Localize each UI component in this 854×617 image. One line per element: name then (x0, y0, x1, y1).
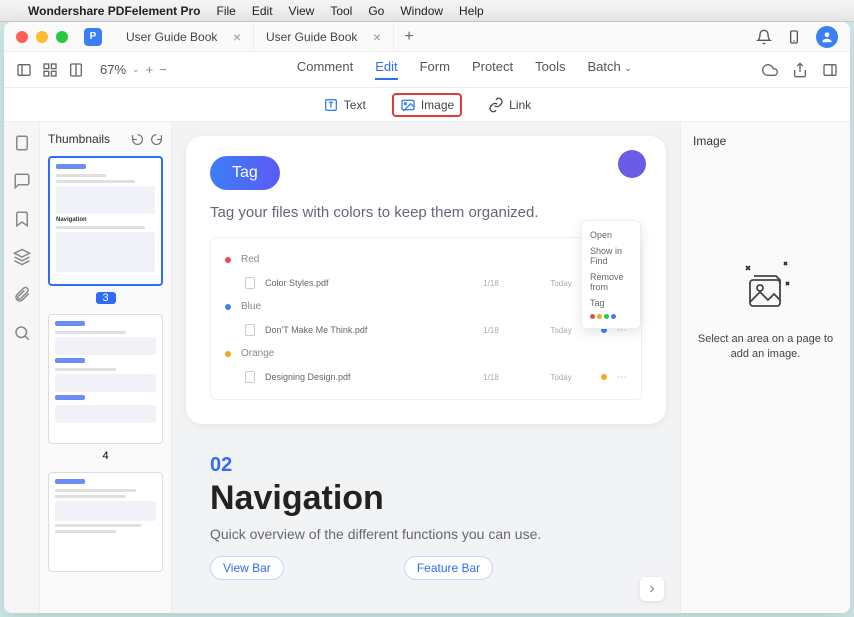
app-name[interactable]: Wondershare PDFelement Pro (28, 4, 201, 18)
file-row: Color Styles.pdf 1/18 Today ⋯ (221, 271, 631, 295)
file-group-blue: Blue (221, 295, 631, 318)
notification-bell-icon[interactable] (756, 29, 772, 45)
text-tool-icon (323, 97, 339, 113)
menu-edit[interactable]: Edit (252, 4, 273, 18)
search-panel-icon[interactable] (13, 324, 31, 342)
tab-title: User Guide Book (266, 30, 357, 44)
document-tabs: User Guide Book × User Guide Book × + (114, 22, 756, 52)
mobile-device-icon[interactable] (786, 29, 802, 45)
add-tab-button[interactable]: + (394, 22, 424, 52)
edit-image-tool[interactable]: Image (392, 93, 462, 117)
mode-tools[interactable]: Tools (535, 59, 565, 80)
layers-panel-icon[interactable] (13, 248, 31, 266)
maximize-window-button[interactable] (56, 31, 68, 43)
image-properties-panel: Image Select an area on a page to add an… (680, 122, 850, 613)
panel-title: Image (693, 134, 838, 148)
thumbnails-panel-icon[interactable] (13, 134, 31, 152)
app-logo-icon: P (84, 28, 102, 46)
feature-circle-icon (618, 150, 646, 178)
section-title: Navigation (210, 479, 642, 518)
file-group-red: Red (221, 248, 631, 271)
image-tool-icon (400, 97, 416, 113)
macos-menubar: Wondershare PDFelement Pro File Edit Vie… (0, 0, 854, 22)
edit-link-tool[interactable]: Link (480, 93, 539, 117)
rotate-right-icon[interactable] (150, 133, 163, 146)
menu-help[interactable]: Help (459, 4, 484, 18)
cloud-icon[interactable] (762, 62, 778, 78)
bookmarks-panel-icon[interactable] (13, 210, 31, 228)
page-thumbnail-5[interactable] (48, 472, 163, 572)
edit-subtoolbar: Text Image Link (4, 88, 850, 122)
callout-view-bar: View Bar (210, 556, 284, 580)
link-tool-icon (488, 97, 504, 113)
left-sidebar (4, 122, 40, 613)
right-panel-toggle-icon[interactable] (822, 62, 838, 78)
mode-batch[interactable]: Batch ⌄ (588, 59, 632, 80)
zoom-in-button[interactable]: + (146, 62, 154, 77)
mode-edit[interactable]: Edit (375, 59, 397, 80)
close-tab-icon[interactable]: × (373, 29, 381, 45)
menu-go[interactable]: Go (368, 4, 384, 18)
toolbar-modes: Comment Edit Form Protect Tools Batch ⌄ (167, 59, 762, 80)
rotate-left-icon[interactable] (131, 133, 144, 146)
document-tab-2[interactable]: User Guide Book × (254, 22, 394, 52)
user-avatar[interactable] (816, 26, 838, 48)
document-canvas[interactable]: Tag Tag your files with colors to keep t… (172, 122, 680, 613)
traffic-lights (16, 31, 68, 43)
close-window-button[interactable] (16, 31, 28, 43)
page-section-navigation: 02 Navigation Quick overview of the diff… (186, 444, 666, 590)
page-thumbnail-3[interactable]: Navigation (48, 156, 163, 286)
context-menu: Open Show in Find Remove from Tag (581, 220, 641, 329)
main-toolbar: 67% ⌄ + − Comment Edit Form Protect Tool… (4, 52, 850, 88)
callout-labels: View Bar Feature Bar (210, 556, 642, 580)
tag-file-list: Red Color Styles.pdf 1/18 Today ⋯ Blue (210, 237, 642, 400)
file-row: Designing Design.pdf 1/18 Today ⋯ (221, 365, 631, 389)
section-description: Quick overview of the different function… (210, 526, 642, 542)
file-group-orange: Orange (221, 342, 631, 365)
attachments-panel-icon[interactable] (13, 286, 31, 304)
section-number: 02 (210, 454, 642, 477)
thumbnails-header: Thumbnails (48, 132, 163, 146)
menu-file[interactable]: File (217, 4, 236, 18)
panel-empty-text: Select an area on a page to add an image… (693, 332, 838, 363)
menu-tool[interactable]: Tool (330, 4, 352, 18)
close-tab-icon[interactable]: × (233, 29, 241, 45)
toolbar-right (762, 62, 838, 78)
mode-form[interactable]: Form (420, 59, 450, 80)
share-icon[interactable] (792, 62, 808, 78)
zoom-control: 67% ⌄ + − (100, 62, 167, 77)
mode-protect[interactable]: Protect (472, 59, 513, 80)
titlebar: P User Guide Book × User Guide Book × + (4, 22, 850, 52)
empty-state-illustration (693, 258, 838, 318)
toolbar-left: 67% ⌄ + − (16, 62, 167, 78)
thumbnails-panel: Thumbnails Navigation 3 (40, 122, 172, 613)
grid-view-icon[interactable] (42, 62, 58, 78)
minimize-window-button[interactable] (36, 31, 48, 43)
file-row: Don'T Make Me Think.pdf 1/18 Today ⋯ (221, 318, 631, 342)
tag-description: Tag your files with colors to keep them … (210, 204, 642, 221)
main-body: Thumbnails Navigation 3 (4, 122, 850, 613)
tab-title: User Guide Book (126, 30, 217, 44)
thumbnail-page-number: 4 (48, 450, 163, 462)
tag-pill: Tag (210, 156, 280, 190)
page-view-icon[interactable] (68, 62, 84, 78)
next-page-button[interactable]: › (640, 577, 664, 601)
zoom-out-button[interactable]: − (159, 62, 167, 77)
page-content-tag-card: Tag Tag your files with colors to keep t… (186, 136, 666, 424)
app-window: P User Guide Book × User Guide Book × + (4, 22, 850, 613)
titlebar-right (756, 26, 838, 48)
menu-window[interactable]: Window (400, 4, 443, 18)
callout-feature-bar: Feature Bar (404, 556, 493, 580)
sidebar-toggle-icon[interactable] (16, 62, 32, 78)
zoom-value[interactable]: 67% (100, 62, 126, 77)
edit-text-tool[interactable]: Text (315, 93, 374, 117)
menu-view[interactable]: View (289, 4, 315, 18)
zoom-dropdown-icon[interactable]: ⌄ (132, 64, 140, 75)
thumbnail-page-number: 3 (96, 292, 116, 304)
comments-panel-icon[interactable] (13, 172, 31, 190)
thumbnails-title: Thumbnails (48, 132, 110, 146)
mode-comment[interactable]: Comment (297, 59, 353, 80)
page-thumbnail-4[interactable] (48, 314, 163, 444)
document-tab-1[interactable]: User Guide Book × (114, 22, 254, 52)
